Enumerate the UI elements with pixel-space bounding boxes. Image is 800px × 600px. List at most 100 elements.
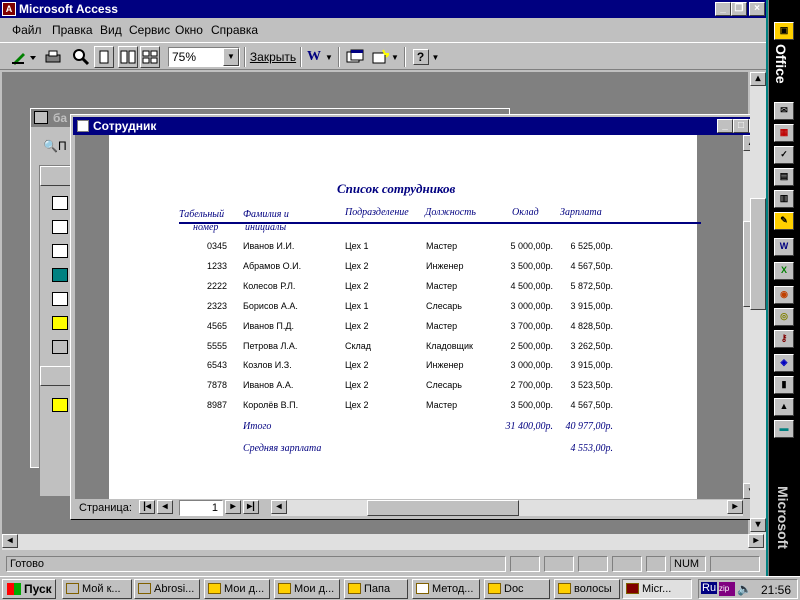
zoom-button[interactable] (70, 46, 92, 68)
previous-page-button[interactable]: ◂ (157, 500, 173, 514)
next-page-button[interactable]: ▸ (225, 500, 241, 514)
main-scroll-right-button[interactable]: ▸ (748, 534, 764, 548)
zip-tray-icon[interactable]: zip (719, 582, 735, 596)
view-button[interactable] (8, 46, 40, 68)
tables-icon[interactable] (52, 196, 68, 210)
taskbar-button[interactable]: Abrosi... (134, 579, 200, 599)
main-scroll-down-button[interactable]: ▾ (750, 518, 766, 532)
main-vertical-scrollbar[interactable]: ▴ ▾ (750, 72, 766, 534)
system-tray: Ru zip 🔈 21:56 (698, 579, 798, 599)
menu-tools[interactable]: Сервис (129, 23, 170, 37)
close-preview-button[interactable]: Закрыть (248, 46, 298, 68)
office-new-document-icon[interactable]: ✉ (774, 102, 794, 120)
cell-department: Цех 2 (345, 280, 369, 291)
app-title-bar[interactable]: A Microsoft Access _ ❐ × (0, 0, 766, 18)
main-horizontal-scrollbar[interactable]: ◂ ▸ (2, 534, 766, 550)
chevron-down-icon[interactable]: ▼ (223, 48, 239, 66)
office-assistant-button[interactable]: ? ▼ (410, 46, 442, 68)
speaker-icon[interactable]: 🔈 (737, 582, 752, 596)
taskbar-button[interactable]: Мой к... (62, 579, 132, 599)
folder-icon (558, 583, 571, 594)
menu-edit[interactable]: Правка (52, 23, 93, 37)
report-icon (77, 120, 89, 132)
cell-department: Цех 1 (345, 300, 369, 311)
pages-icon[interactable] (52, 292, 68, 306)
report-minimize-button[interactable]: _ (717, 119, 733, 133)
zoom-combo[interactable]: 75% ▼ (168, 47, 240, 67)
office-note-icon[interactable]: ✎ (774, 212, 794, 230)
queries-icon[interactable] (52, 220, 68, 234)
powerpoint-app-icon[interactable]: ◉ (774, 286, 794, 304)
taskbar-button[interactable]: Папа (344, 579, 408, 599)
new-object-button[interactable]: ▼ (368, 46, 402, 68)
database-window-button[interactable] (344, 46, 366, 68)
word-app-icon[interactable]: W (774, 238, 794, 256)
screen-app-icon[interactable]: ▬ (774, 420, 794, 438)
restore-button[interactable]: ❐ (731, 2, 747, 16)
taskbar-button[interactable]: волосы (554, 579, 620, 599)
forms-icon[interactable] (52, 244, 68, 258)
modules-icon[interactable] (52, 340, 68, 354)
office-bar-label: Office (773, 44, 789, 84)
groups-button[interactable] (40, 366, 74, 386)
cell-name: Колесов Р.Л. (243, 280, 296, 291)
scroll-left-button[interactable]: ◂ (271, 500, 287, 514)
taskbar-button-label: Метод... (432, 583, 474, 595)
header-salary: Оклад (512, 207, 539, 218)
menu-file[interactable]: Файл (12, 23, 42, 37)
menu-view[interactable]: Вид (100, 23, 122, 37)
header-rule (179, 222, 701, 224)
taskbar-button[interactable]: Метод... (412, 579, 480, 599)
office-links-button[interactable]: W ▼ (304, 46, 336, 68)
reports-icon[interactable] (52, 268, 68, 282)
horizontal-scrollbar[interactable]: ◂ ▸ (271, 500, 743, 516)
outlook-app-icon[interactable]: ◎ (774, 308, 794, 326)
taskbar-button[interactable]: Мои д... (204, 579, 270, 599)
clock[interactable]: 21:56 (761, 583, 791, 597)
macros-icon[interactable] (52, 316, 68, 330)
one-page-button[interactable] (94, 46, 114, 68)
objects-group-button[interactable] (40, 166, 74, 186)
minimize-button[interactable]: _ (715, 2, 731, 16)
excel-app-icon[interactable]: X (774, 262, 794, 280)
scroll-right-button[interactable]: ▸ (727, 500, 743, 514)
bookshelf-app-icon[interactable]: ▮ (774, 376, 794, 394)
photo-app-icon[interactable]: ▲ (774, 398, 794, 416)
main-scroll-left-button[interactable]: ◂ (2, 534, 18, 548)
office-journal-icon[interactable]: ▥ (774, 190, 794, 208)
multiple-pages-button[interactable] (140, 46, 160, 68)
page-number-input[interactable]: 1 (179, 500, 223, 516)
first-page-button[interactable]: |◂ (139, 500, 155, 514)
db-open-button[interactable]: 🔍П (41, 135, 71, 157)
close-button[interactable]: × (749, 2, 765, 16)
last-page-button[interactable]: ▸| (243, 500, 259, 514)
taskbar-button[interactable]: Doc (484, 579, 550, 599)
office-calendar-icon[interactable]: ▦ (774, 124, 794, 142)
main-scroll-up-button[interactable]: ▴ (750, 72, 766, 86)
office-contact-icon[interactable]: ▤ (774, 168, 794, 186)
printer-icon (45, 50, 61, 63)
cell-name: Иванов И.И. (243, 241, 295, 251)
report-window-title-bar[interactable]: Сотрудник _ □ × (73, 117, 765, 135)
office-tasks-icon[interactable]: ✓ (774, 146, 794, 164)
cell-tab-number: 8987 (206, 400, 227, 411)
report-maximize-button[interactable]: □ (733, 119, 749, 133)
office-menu-icon[interactable]: ▣ (774, 22, 794, 40)
main-vertical-scroll-thumb[interactable] (750, 198, 766, 310)
menu-window[interactable]: Окно (175, 23, 203, 37)
favorites-icon[interactable] (52, 398, 68, 412)
binder-app-icon[interactable]: ◈ (774, 354, 794, 372)
cell-pay: 3 915,00р. (570, 300, 613, 311)
print-button[interactable] (42, 46, 64, 68)
taskbar-button[interactable]: Мои д... (274, 579, 340, 599)
report-window: Сотрудник _ □ × ▲ ▼ Страница: |◂ ◂ 1 ▸ ▸… (70, 114, 766, 520)
access-main-window: A Microsoft Access _ ❐ × Файл Правка Вид… (0, 0, 766, 576)
access-app-icon[interactable]: ⚷ (774, 330, 794, 348)
horizontal-scroll-thumb[interactable] (367, 500, 519, 516)
two-pages-button[interactable] (118, 46, 138, 68)
start-button[interactable]: Пуск (2, 579, 56, 599)
language-indicator[interactable]: Ru (701, 582, 718, 594)
taskbar-button[interactable]: Micr... (622, 579, 692, 599)
num-lock-indicator: NUM (670, 556, 706, 572)
menu-help[interactable]: Справка (211, 23, 258, 37)
